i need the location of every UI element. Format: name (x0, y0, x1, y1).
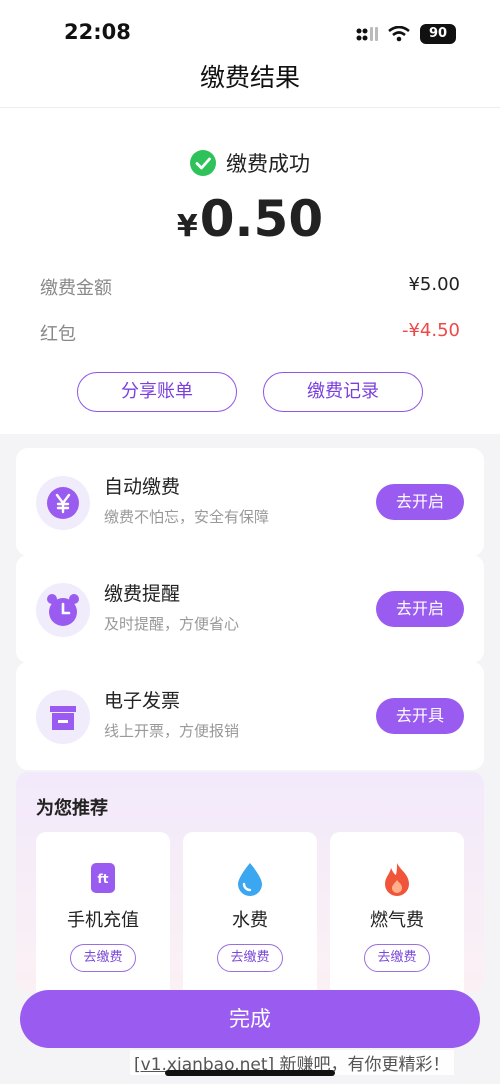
status-bar: 22:08 90 (0, 0, 500, 62)
detail-value: ¥5.00 (408, 274, 460, 295)
service-icon (36, 690, 90, 744)
service-title: 缴费提醒 (104, 583, 181, 605)
recommend-item-phone-topup[interactable]: ft 手机充值 去缴费 (36, 832, 170, 992)
service-icon (36, 476, 90, 530)
result-card: 缴费成功 ¥0.50 缴费金额 ¥5.00 红包 -¥4.50 分享账单 缴费记… (0, 108, 500, 434)
recommend-item-gas[interactable]: 燃气费 去缴费 (330, 832, 464, 992)
paid-amount: ¥0.50 (0, 190, 500, 248)
amount-value: 0.50 (199, 190, 324, 248)
home-indicator (165, 1070, 335, 1076)
wifi-icon (388, 26, 410, 42)
recommend-section: 为您推荐 ft 手机充值 去缴费 水费 去缴费 燃气费 去缴费 (16, 772, 484, 992)
enable-reminder-button[interactable]: 去开启 (376, 591, 464, 627)
service-subtitle: 及时提醒，方便省心 (104, 615, 240, 633)
page-title: 缴费结果 (199, 63, 300, 92)
nav-bar: 缴费结果 (0, 62, 500, 108)
recommend-item-water[interactable]: 水费 去缴费 (183, 832, 317, 992)
detail-label: 缴费金额 (40, 278, 112, 299)
status-time: 22:08 (64, 20, 131, 44)
recommend-pay-button[interactable]: 去缴费 (70, 944, 136, 972)
service-subtitle: 线上开票，方便报销 (104, 722, 240, 740)
detail-row-total: 缴费金额 ¥5.00 (40, 274, 460, 300)
service-card-invoice[interactable]: 电子发票 线上开票，方便报销 去开具 (16, 662, 484, 770)
svg-text:ft: ft (98, 872, 109, 886)
flame-icon (385, 863, 409, 896)
service-subtitle: 缴费不怕忘，安全有保障 (104, 508, 270, 526)
service-title: 电子发票 (104, 690, 181, 712)
detail-row-redpacket: 红包 -¥4.50 (40, 320, 460, 346)
share-bill-button[interactable]: 分享账单 (77, 372, 237, 412)
cellular-signal-icon (356, 27, 378, 41)
issue-invoice-button[interactable]: 去开具 (376, 698, 464, 734)
recommend-pay-button[interactable]: 去缴费 (364, 944, 430, 972)
recommend-label: 水费 (232, 910, 268, 931)
service-card-auto-pay[interactable]: 自动缴费 缴费不怕忘，安全有保障 去开启 (16, 448, 484, 556)
detail-value: -¥4.50 (401, 320, 460, 341)
water-drop-icon (238, 863, 262, 896)
yen-icon (47, 487, 79, 519)
currency-symbol: ¥ (176, 209, 198, 244)
check-circle-icon (190, 150, 216, 176)
service-card-reminder[interactable]: 缴费提醒 及时提醒，方便省心 去开启 (16, 555, 484, 663)
battery-indicator: 90 (420, 24, 456, 44)
alarm-clock-icon (47, 594, 79, 626)
success-status: 缴费成功 (0, 148, 500, 178)
recommend-label: 手机充值 (67, 910, 139, 931)
invoice-icon (50, 706, 76, 730)
service-icon (36, 583, 90, 637)
status-icons: 90 (356, 24, 456, 44)
phone-icon: ft (91, 863, 115, 893)
enable-auto-pay-button[interactable]: 去开启 (376, 484, 464, 520)
recommend-title: 为您推荐 (36, 798, 108, 819)
success-text: 缴费成功 (226, 152, 310, 176)
done-button[interactable]: 完成 (20, 990, 480, 1048)
detail-label: 红包 (40, 324, 76, 345)
payment-records-button[interactable]: 缴费记录 (263, 372, 423, 412)
recommend-pay-button[interactable]: 去缴费 (217, 944, 283, 972)
recommend-label: 燃气费 (370, 910, 424, 931)
service-title: 自动缴费 (104, 476, 181, 498)
